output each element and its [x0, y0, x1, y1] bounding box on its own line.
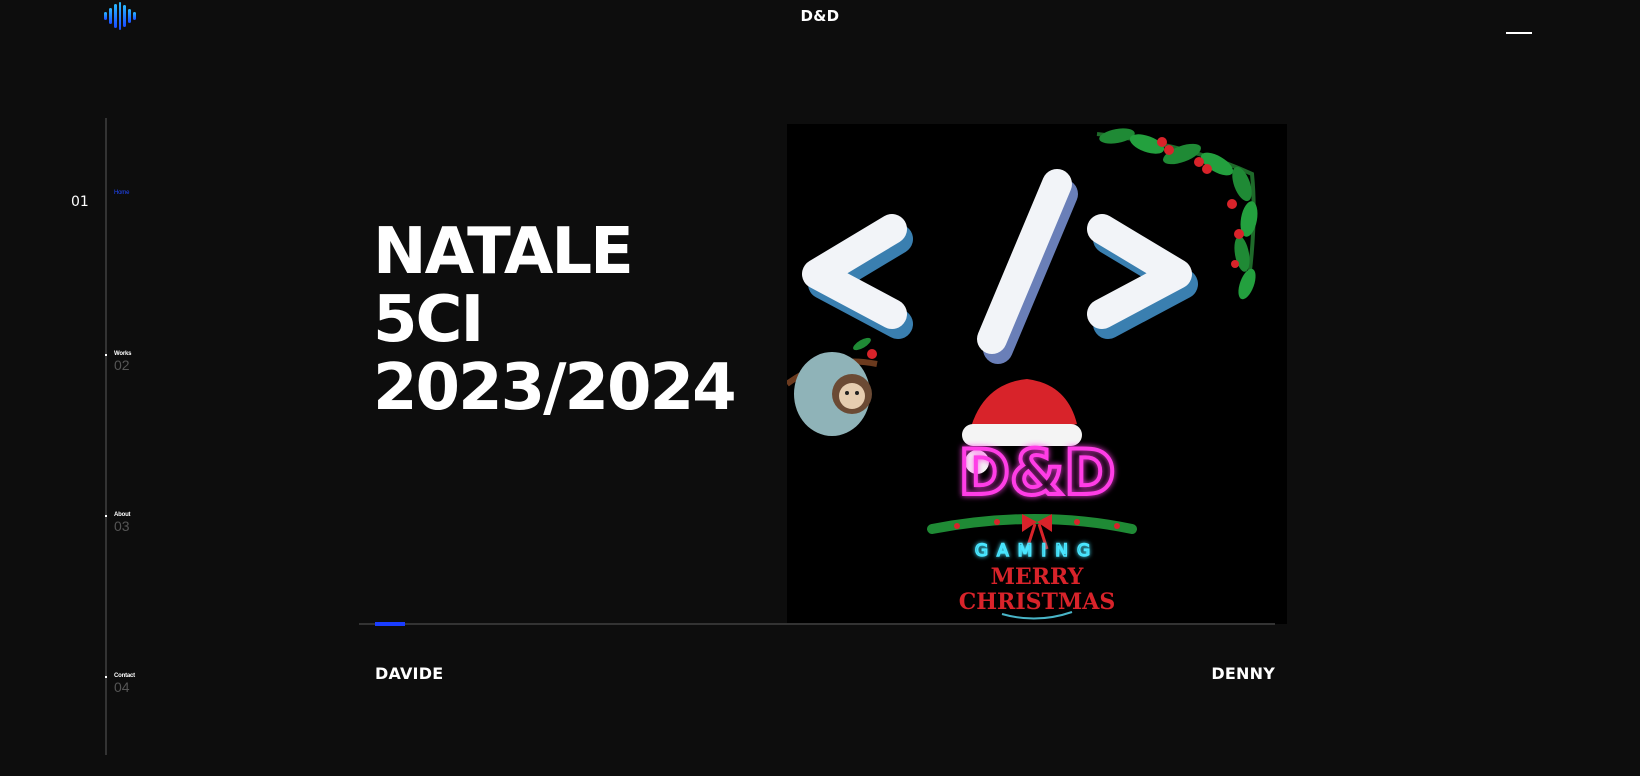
bullet-icon [105, 676, 107, 678]
merry-text: MERRY [991, 564, 1084, 590]
code-symbol-icon [802, 169, 1198, 364]
christmas-text: CHRISTMAS [959, 589, 1115, 615]
sidebar-item-home[interactable]: Home [114, 190, 129, 197]
hamburger-menu-icon[interactable] [1506, 26, 1532, 38]
hero-title: NATALE 5CI 2023/2024 [373, 218, 773, 422]
hero-title-line: 2023/2024 [373, 351, 737, 425]
sidebar-item-label[interactable]: Home [114, 190, 129, 197]
christmas-artwork: D&D GAMING MERRY CHRISTMAS [787, 124, 1287, 624]
sloth-sticker [787, 337, 878, 436]
sidebar-item-number: 03 [114, 518, 130, 534]
bullet-icon [105, 515, 107, 517]
slide-author-left[interactable]: DAVIDE [375, 664, 443, 683]
sidebar-line [105, 118, 107, 755]
slide-author-right[interactable]: DENNY [1150, 664, 1275, 683]
gaming-text: GAMING [975, 541, 1099, 561]
artwork-svg: D&D GAMING MERRY CHRISTMAS [787, 128, 1258, 620]
slider-progress-track [359, 623, 1275, 625]
sidebar-item-works[interactable]: Works 02 [105, 351, 131, 373]
slider-progress-fill [375, 622, 405, 626]
brand-title[interactable]: D&D [0, 7, 1640, 25]
sidebar-item-contact[interactable]: Contact 04 [105, 673, 135, 695]
neon-logo-text: D&D [959, 436, 1116, 509]
sidebar-item-number: 04 [114, 679, 130, 695]
sidebar-item-about[interactable]: About 03 [105, 512, 131, 534]
sidebar-item-number: 02 [114, 357, 130, 373]
hero-title-line: NATALE [373, 215, 634, 289]
hero-title-line: 5CI [373, 283, 484, 357]
current-page-number: 01 [71, 194, 89, 210]
bullet-icon [105, 354, 107, 356]
